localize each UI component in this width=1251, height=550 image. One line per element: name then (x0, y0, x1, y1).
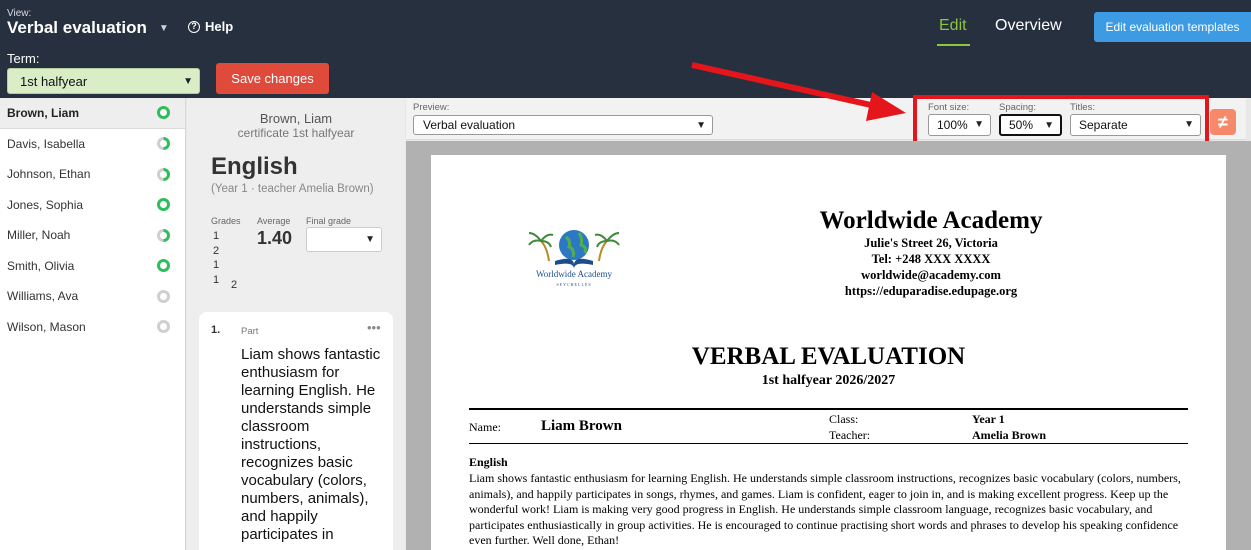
preview-value: Verbal evaluation (423, 118, 516, 132)
student-name: Smith, Olivia (7, 258, 75, 273)
top-bar: View: Verbal evaluation ▼ ? Help Edit Ov… (0, 0, 1251, 98)
final-grade-label: Final grade (306, 216, 352, 226)
part-text[interactable]: Liam shows fantastic enthusiasm for lear… (241, 346, 381, 544)
term-label: Term: (7, 51, 40, 66)
status-complete-icon (157, 106, 170, 120)
student-item[interactable]: Wilson, Mason (0, 312, 185, 343)
grade-value: 2 (231, 279, 238, 291)
part-label: Part (241, 326, 259, 337)
status-partial-icon (157, 137, 170, 151)
view-selector[interactable]: Verbal evaluation ▼ (7, 18, 169, 38)
status-partial-icon (157, 167, 170, 181)
teacher-value: Amelia Brown (972, 428, 1047, 442)
school-email: worldwide@academy.com (861, 268, 1001, 282)
logo-subtext: SEYCHELLES (556, 282, 592, 287)
student-item[interactable]: Brown, Liam (0, 98, 185, 129)
save-changes-button[interactable]: Save changes (216, 63, 329, 94)
student-item[interactable]: Smith, Olivia (0, 251, 185, 282)
globe-logo-icon (528, 230, 620, 269)
term-value: 1st halfyear (20, 73, 88, 89)
teacher-label: Teacher: (829, 428, 871, 442)
help-label: Help (205, 19, 234, 34)
subject-title: English (211, 153, 298, 180)
grade-value: 1 (213, 230, 220, 242)
document-page: Worldwide Academy SEYCHELLES Worldwide A… (431, 155, 1226, 550)
class-value: Year 1 (972, 412, 1005, 426)
school-website: https://eduparadise.edupage.org (844, 284, 1018, 298)
school-name: Worldwide Academy (819, 207, 1043, 234)
section-body: Liam shows fantastic enthusiasm for lear… (469, 471, 1181, 548)
student-name-value: Liam Brown (541, 418, 622, 434)
divider (469, 408, 1188, 410)
logo-text: Worldwide Academy (535, 269, 612, 279)
caret-down-icon: ▼ (158, 22, 169, 34)
subject-subtitle: (Year 1 · teacher Amelia Brown) (211, 183, 374, 195)
average-label: Average (257, 216, 291, 226)
edit-templates-button[interactable]: Edit evaluation templates (1094, 12, 1251, 42)
grade-value: 2 (213, 244, 220, 257)
student-name: Johnson, Ethan (7, 167, 91, 182)
student-item[interactable]: Davis, Isabella (0, 129, 185, 160)
more-options-icon[interactable]: ••• (367, 320, 381, 335)
student-list: Brown, Liam Davis, Isabella Johnson, Eth… (0, 98, 186, 550)
chevron-down-icon: ▼ (365, 234, 375, 245)
status-partial-icon (157, 228, 170, 242)
preview-select[interactable]: Verbal evaluation ▼ (413, 115, 713, 135)
status-complete-icon (157, 259, 170, 273)
tab-overview[interactable]: Overview (995, 17, 1062, 35)
student-name: Jones, Sophia (7, 197, 84, 212)
student-item[interactable]: Jones, Sophia (0, 190, 185, 221)
school-address: Julie's Street 26, Victoria (864, 236, 998, 250)
subject-panel: Brown, Liam certificate 1st halfyear Eng… (187, 98, 405, 550)
selected-student-name: Brown, Liam (259, 111, 333, 126)
class-label: Class: (829, 412, 859, 426)
question-icon: ? (188, 20, 200, 33)
status-empty-icon (157, 289, 170, 303)
certificate-label: certificate 1st halfyear (237, 126, 355, 140)
final-grade-select[interactable]: ▼ (306, 227, 382, 252)
grades-label: Grades (211, 216, 241, 226)
part-number: 1. (211, 324, 221, 336)
student-name: Miller, Noah (7, 228, 71, 243)
preview-label: Preview: (413, 102, 450, 113)
help-link[interactable]: ? Help (188, 19, 233, 34)
status-complete-icon (157, 198, 170, 212)
grade-value: 1 (213, 259, 220, 271)
student-name: Brown, Liam (7, 105, 80, 120)
student-item[interactable]: Williams, Ava (0, 281, 185, 312)
name-label: Name: (469, 420, 501, 434)
view-title: Verbal evaluation (7, 18, 147, 37)
student-name: Williams, Ava (7, 289, 79, 304)
school-tel: Tel: +248 XXX XXXX (871, 252, 991, 266)
chevron-down-icon: ▼ (696, 120, 706, 131)
section-title: English (469, 455, 508, 469)
chevron-down-icon: ▼ (183, 76, 193, 87)
school-logo: Worldwide Academy SEYCHELLES (519, 221, 629, 293)
document-subtitle: 1st halfyear 2026/2027 (761, 373, 896, 388)
tab-edit[interactable]: Edit (939, 17, 967, 35)
student-item[interactable]: Miller, Noah (0, 220, 185, 251)
grade-value: 1 (213, 273, 220, 286)
divider (469, 443, 1188, 444)
document-title: VERBAL EVALUATION (691, 343, 966, 370)
term-select[interactable]: 1st halfyear ▼ (7, 68, 200, 94)
grades-list: 1 2 1 1 (213, 229, 219, 287)
part-card: 1. Part ••• Liam shows fantastic enthusi… (199, 312, 393, 550)
student-name: Wilson, Mason (7, 319, 86, 334)
compare-button[interactable]: ≠ (1210, 109, 1236, 135)
tab-edit-underline (937, 44, 970, 46)
student-name: Davis, Isabella (7, 136, 86, 151)
average-value: 1.40 (257, 228, 293, 248)
status-empty-icon (157, 320, 170, 334)
student-item[interactable]: Johnson, Ethan (0, 159, 185, 190)
